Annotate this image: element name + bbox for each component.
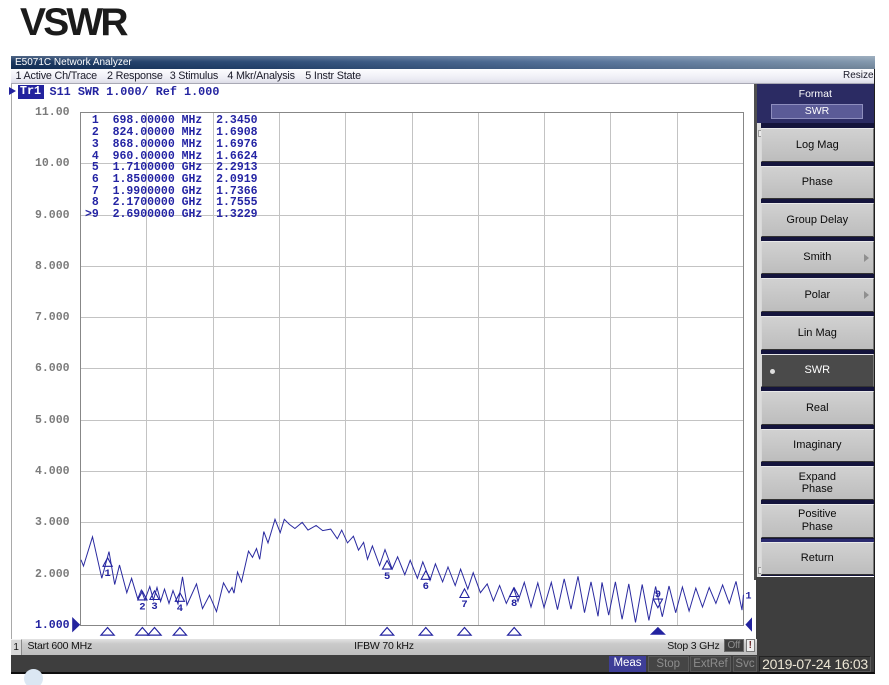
svg-text:9: 9 xyxy=(655,589,661,601)
svg-text:3: 3 xyxy=(151,601,157,613)
svg-text:2: 2 xyxy=(139,602,145,614)
svg-text:4: 4 xyxy=(177,603,183,615)
svg-text:1: 1 xyxy=(746,592,752,603)
svg-text:8: 8 xyxy=(511,598,517,610)
svg-text:6: 6 xyxy=(423,581,429,593)
svg-text:5: 5 xyxy=(384,571,390,583)
svg-text:1: 1 xyxy=(104,568,110,580)
svg-text:7: 7 xyxy=(461,599,467,611)
